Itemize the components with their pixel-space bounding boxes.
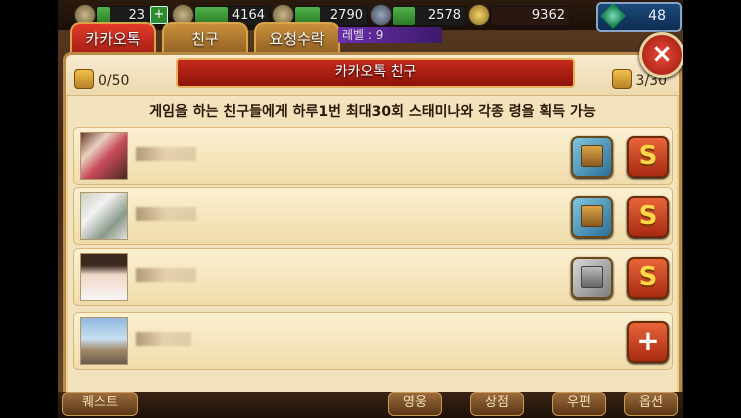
gem-counter[interactable]: 48 xyxy=(596,2,682,32)
friend-icon xyxy=(74,69,94,89)
gift-button[interactable] xyxy=(571,196,613,238)
invite-friend-button[interactable]: + xyxy=(627,321,669,363)
send-stamina-button[interactable]: S xyxy=(627,136,669,178)
friend-name xyxy=(136,332,191,346)
menu-shop[interactable]: 상점 xyxy=(470,392,524,416)
treasure-chest-icon xyxy=(581,266,603,288)
friend-count: 0/50 xyxy=(74,69,129,89)
friend-row: S xyxy=(73,187,673,245)
friend-name xyxy=(136,268,196,282)
avatar xyxy=(80,253,128,301)
gem-value: 48 xyxy=(648,8,666,24)
defense-value: 2790 xyxy=(329,8,363,23)
menu-options[interactable]: 옵션 xyxy=(624,392,678,416)
avatar xyxy=(80,192,128,240)
game-stage: 23 + 4164 2790 2578 9362 48 카카오톡 친구 요청수락… xyxy=(58,0,683,418)
panel-description: 게임을 하는 친구들에게 하루1번 최대30회 스태미나와 각종 령을 획득 가… xyxy=(149,104,596,120)
friend-row: S xyxy=(73,127,673,185)
gold-coin-icon xyxy=(468,4,490,26)
panel-header: 카카오톡 친구 0/50 3/30 xyxy=(66,55,679,96)
gold-value: 9362 xyxy=(531,8,565,23)
add-stamina-button[interactable]: + xyxy=(150,6,168,24)
menu-quest[interactable]: 퀘스트 xyxy=(62,392,138,416)
close-button[interactable]: × xyxy=(639,32,683,78)
gift-box-icon xyxy=(611,69,632,89)
attack-value: 4164 xyxy=(231,8,265,23)
avatar xyxy=(80,132,128,180)
treasure-chest-icon xyxy=(581,145,603,167)
friend-name xyxy=(136,207,196,221)
gem-icon xyxy=(600,3,626,29)
treasure-chest-icon xyxy=(581,205,603,227)
gift-button-disabled[interactable] xyxy=(571,257,613,299)
friend-row: + xyxy=(73,312,673,370)
level-indicator: 레벨 : 9 xyxy=(338,27,442,43)
gift-button[interactable] xyxy=(571,136,613,178)
menu-mail[interactable]: 우편 xyxy=(552,392,606,416)
kakao-friends-panel: 카카오톡 친구 0/50 3/30 게임을 하는 친구들에게 하루1번 최대30… xyxy=(63,52,682,401)
ore-icon xyxy=(370,4,392,26)
friend-row: S xyxy=(73,248,673,306)
send-stamina-button[interactable]: S xyxy=(627,196,669,238)
panel-title: 카카오톡 친구 xyxy=(176,58,575,88)
menu-hero[interactable]: 영웅 xyxy=(388,392,442,416)
ore-meter: 2578 xyxy=(392,6,466,26)
avatar xyxy=(80,317,128,365)
gold-meter: 9362 xyxy=(490,6,570,26)
send-stamina-button[interactable]: S xyxy=(627,257,669,299)
friend-name xyxy=(136,147,196,161)
ore-value: 2578 xyxy=(427,8,461,23)
stamina-value: 23 xyxy=(128,8,145,23)
